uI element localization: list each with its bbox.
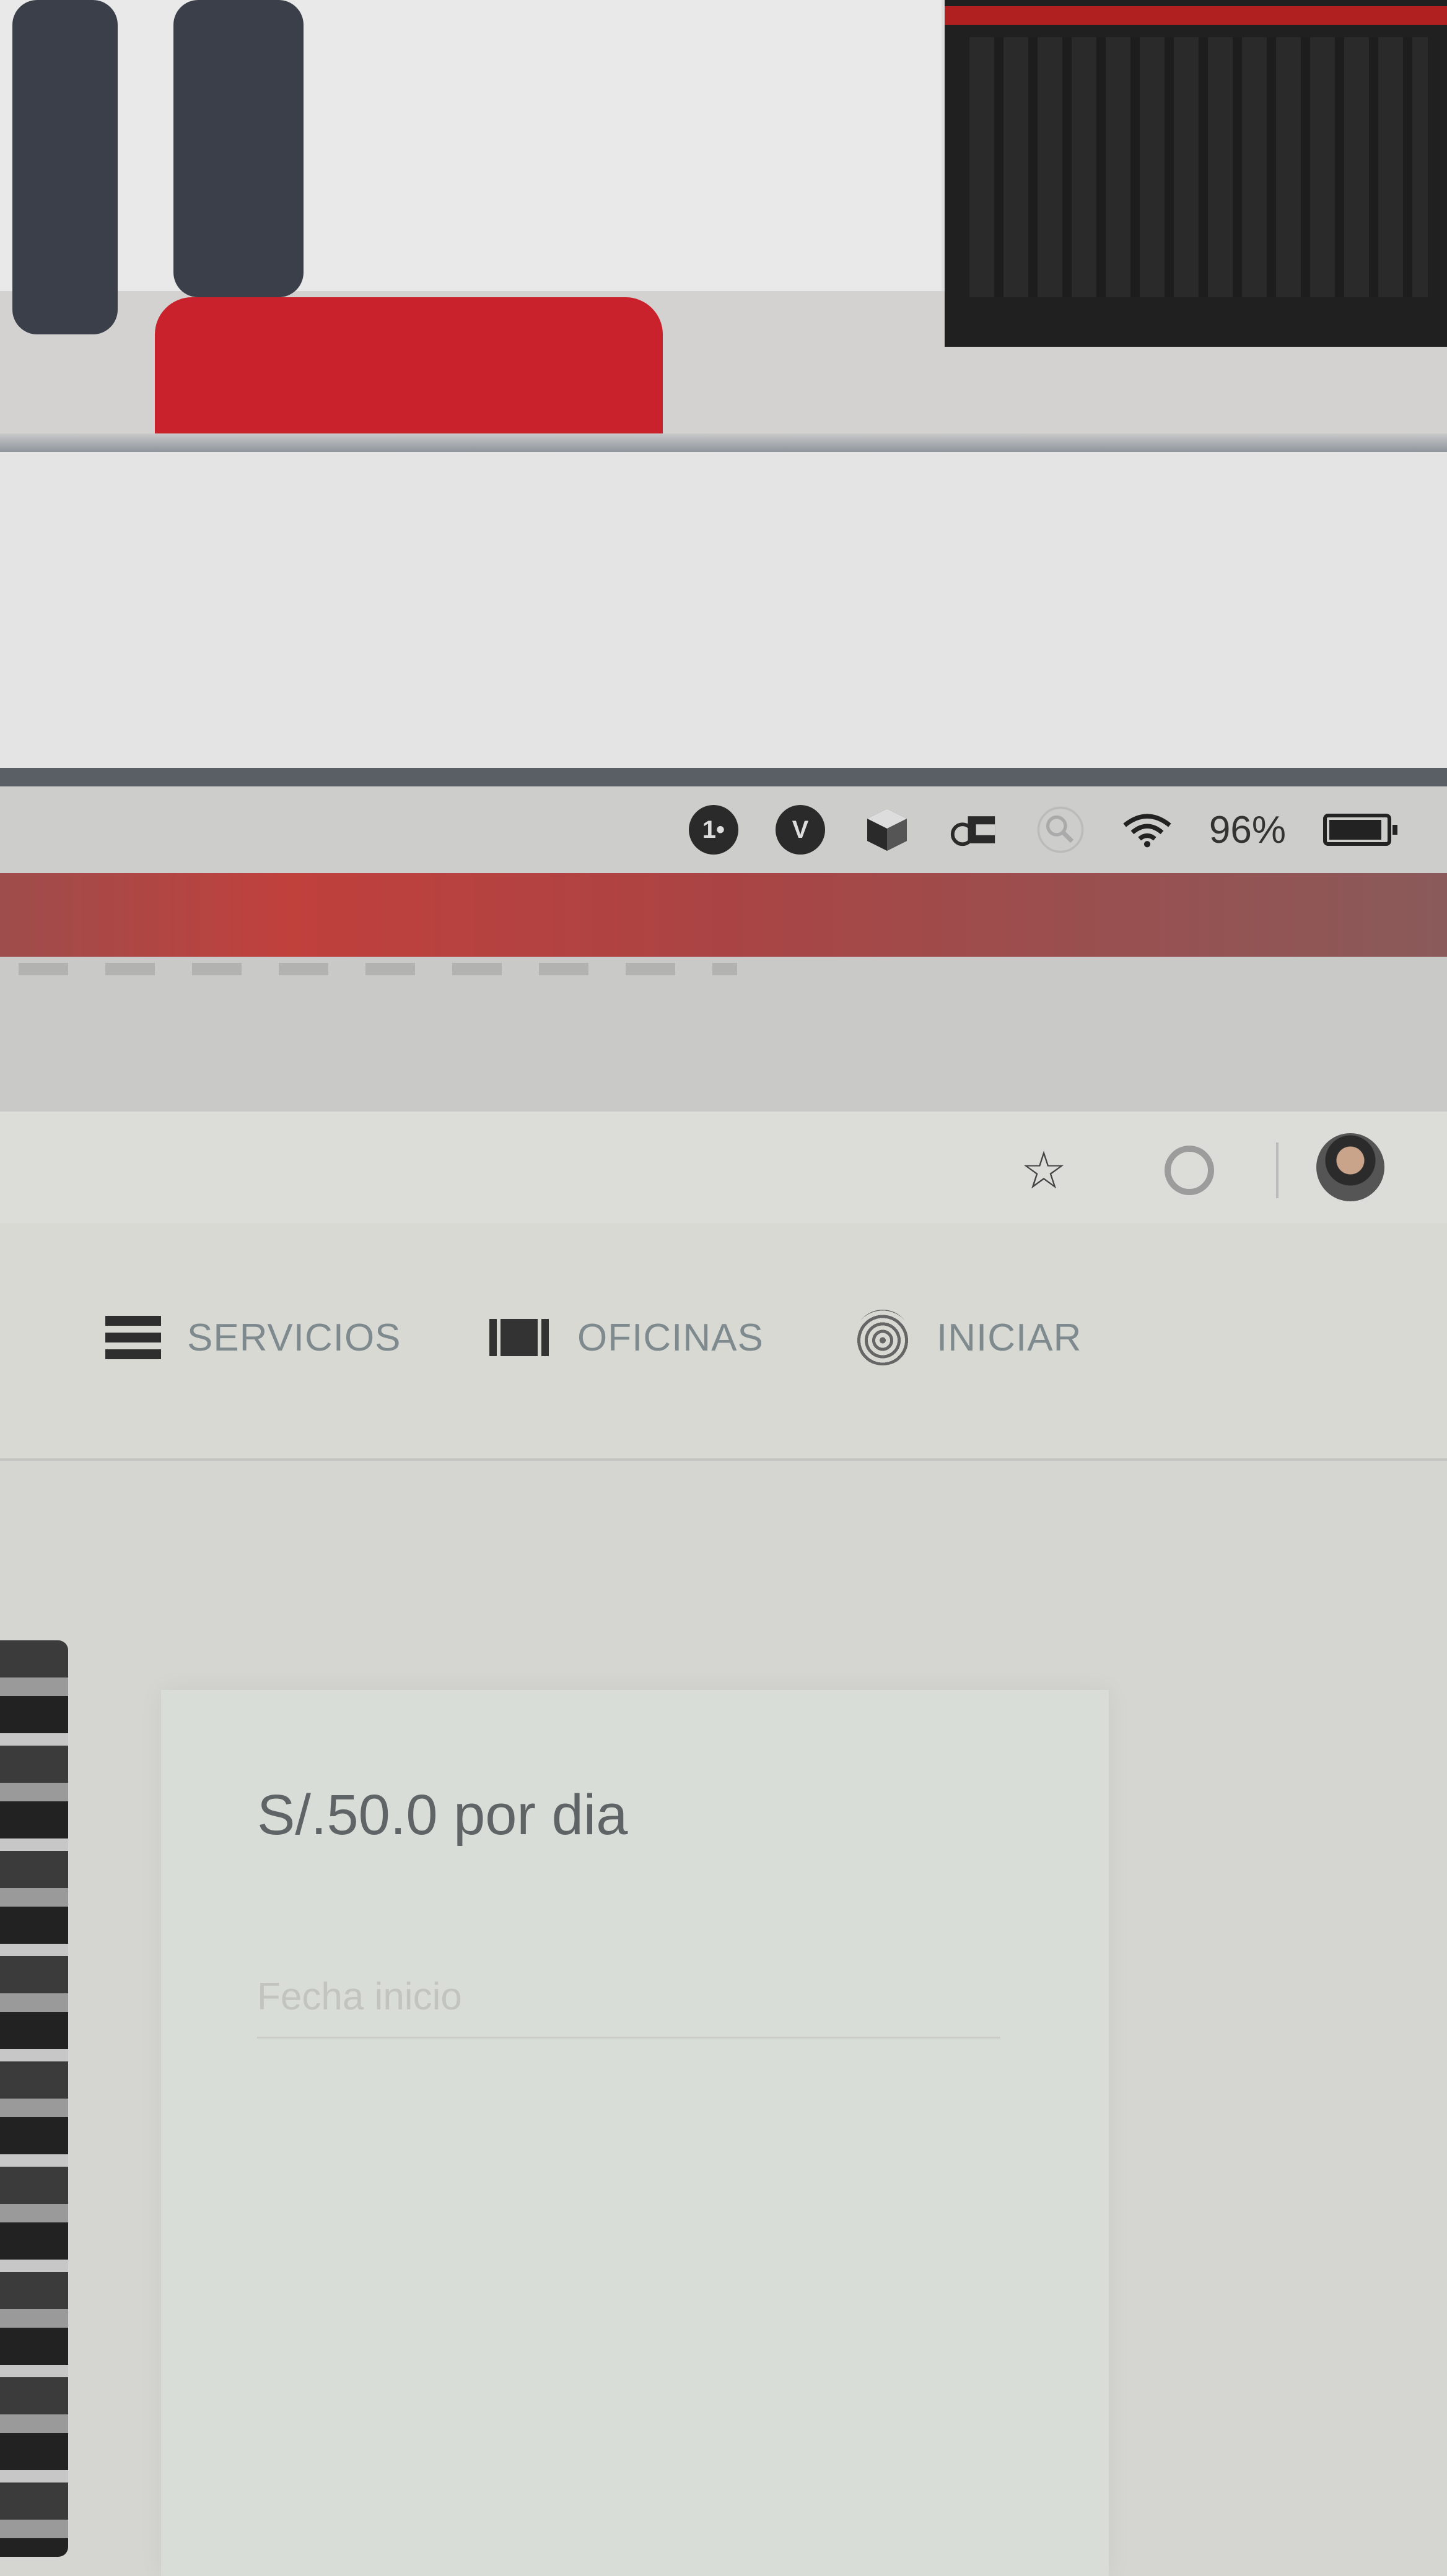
browser-toolbar bbox=[0, 957, 1447, 1112]
fingerprint-icon bbox=[855, 1310, 911, 1365]
bookmark-star-icon[interactable]: ☆ bbox=[1016, 1141, 1072, 1199]
blurred-tab-text bbox=[19, 963, 737, 975]
toolbar-separator bbox=[1276, 1142, 1279, 1198]
search-icon[interactable] bbox=[1036, 805, 1085, 855]
battery-percentage: 96% bbox=[1209, 808, 1286, 851]
building-icon bbox=[489, 1319, 551, 1356]
address-bar-row: ☆ bbox=[0, 1112, 1447, 1225]
search-icon-svg bbox=[1037, 806, 1084, 853]
nav-oficinas[interactable]: OFICINAS bbox=[489, 1303, 764, 1372]
status-tray: 1• V 96% bbox=[688, 805, 1397, 855]
laptop-screen: 1• V 96% ☆ SERVICIOS OFICINAS INICIAR S/… bbox=[0, 786, 1447, 2576]
battery-icon[interactable] bbox=[1323, 814, 1397, 846]
person-silhouette bbox=[173, 0, 304, 297]
background-scene bbox=[0, 0, 1447, 433]
person-silhouette bbox=[12, 0, 118, 334]
display-pattern bbox=[969, 37, 1428, 297]
laptop-bezel bbox=[0, 433, 1447, 786]
v-glyph: V bbox=[775, 805, 825, 855]
nav-servicios-label: SERVICIOS bbox=[187, 1316, 401, 1359]
red-stripe bbox=[945, 6, 1447, 25]
price-per-day: S/.50.0 por dia bbox=[257, 1783, 628, 1847]
page-content: S/.50.0 por dia Fecha inicio bbox=[0, 1461, 1447, 2576]
box-icon[interactable] bbox=[862, 805, 912, 855]
nav-iniciar-label: INICIAR bbox=[937, 1316, 1082, 1359]
creative-cloud-icon[interactable] bbox=[949, 805, 999, 855]
list-icon bbox=[105, 1316, 161, 1359]
wifi-icon-svg bbox=[1123, 814, 1171, 848]
vehicle-photo bbox=[0, 1640, 68, 2557]
one-password-icon[interactable]: 1• bbox=[688, 805, 738, 855]
site-navbar: SERVICIOS OFICINAS INICIAR bbox=[0, 1223, 1447, 1461]
bezel-edge bbox=[0, 433, 1447, 452]
browser-tab-bar bbox=[0, 873, 1447, 957]
nav-servicios[interactable]: SERVICIOS bbox=[105, 1303, 401, 1372]
profile-avatar[interactable] bbox=[1316, 1133, 1384, 1201]
extension-icon[interactable] bbox=[1165, 1146, 1214, 1195]
start-date-underline bbox=[257, 2037, 1000, 2039]
wifi-icon[interactable] bbox=[1122, 805, 1172, 855]
nav-oficinas-label: OFICINAS bbox=[577, 1316, 764, 1359]
creative-cloud-svg bbox=[950, 816, 995, 846]
v-icon[interactable]: V bbox=[775, 805, 825, 855]
wall bbox=[0, 0, 942, 334]
nav-iniciar[interactable]: INICIAR bbox=[855, 1303, 1082, 1372]
red-chair bbox=[155, 297, 663, 433]
one-password-glyph: 1• bbox=[688, 805, 738, 855]
box-icon-svg bbox=[867, 809, 907, 851]
start-date-field[interactable]: Fecha inicio bbox=[257, 1975, 462, 2019]
booking-card: S/.50.0 por dia Fecha inicio bbox=[161, 1690, 1109, 2576]
bezel-edge bbox=[0, 768, 1447, 786]
dark-display-panel bbox=[945, 0, 1447, 347]
menu-bar: 1• V 96% bbox=[0, 786, 1447, 873]
